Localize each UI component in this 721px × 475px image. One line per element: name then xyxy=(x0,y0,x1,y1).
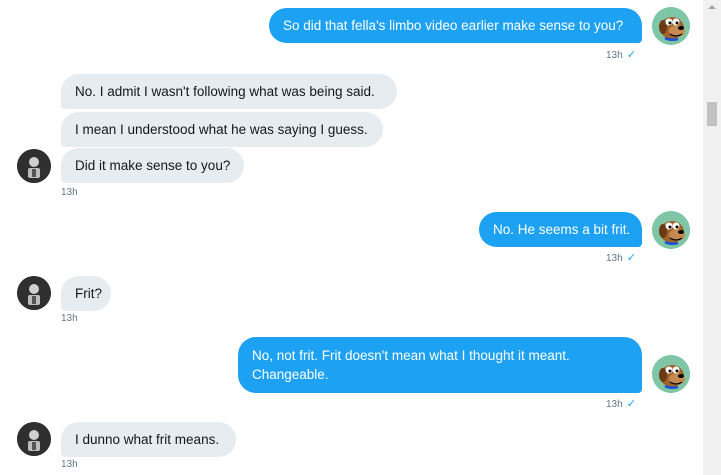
message-bubble-incoming[interactable]: I dunno what frit means. xyxy=(61,422,236,457)
message-meta: 13h ✓ xyxy=(606,251,636,264)
dog-avatar-icon[interactable] xyxy=(652,211,690,249)
message-bubble-outgoing[interactable]: No, not frit. Frit doesn't mean what I t… xyxy=(238,337,642,393)
scrollbar-thumb[interactable] xyxy=(707,102,717,126)
conversation-thread: So did that fella's limbo video earlier … xyxy=(0,0,703,475)
vertical-scrollbar[interactable] xyxy=(703,0,721,475)
read-check-icon: ✓ xyxy=(626,252,636,264)
message-bubble-incoming[interactable]: No. I admit I wasn't following what was … xyxy=(61,74,397,109)
person-avatar-icon[interactable] xyxy=(17,149,51,183)
person-avatar-icon[interactable] xyxy=(17,422,51,456)
timestamp: 13h xyxy=(606,253,623,264)
dog-avatar-icon[interactable] xyxy=(652,7,690,45)
message-bubble-incoming[interactable]: Did it make sense to you? xyxy=(61,148,244,183)
message-meta: 13h ✓ xyxy=(606,48,636,61)
dog-avatar-icon[interactable] xyxy=(652,355,690,393)
scroll-up-arrow-icon[interactable] xyxy=(703,0,721,14)
timestamp: 13h xyxy=(61,313,78,324)
read-check-icon: ✓ xyxy=(626,398,636,410)
timestamp: 13h xyxy=(606,399,623,410)
person-avatar-icon[interactable] xyxy=(17,276,51,310)
message-meta: 13h ✓ xyxy=(606,397,636,410)
message-bubble-outgoing[interactable]: No. He seems a bit frit. xyxy=(479,212,642,247)
read-check-icon: ✓ xyxy=(626,49,636,61)
timestamp: 13h xyxy=(61,459,78,470)
message-bubble-outgoing[interactable]: So did that fella's limbo video earlier … xyxy=(269,8,642,43)
timestamp: 13h xyxy=(606,50,623,61)
timestamp: 13h xyxy=(61,187,78,198)
message-bubble-incoming[interactable]: I mean I understood what he was saying I… xyxy=(61,112,383,147)
message-bubble-incoming[interactable]: Frit? xyxy=(61,276,111,311)
